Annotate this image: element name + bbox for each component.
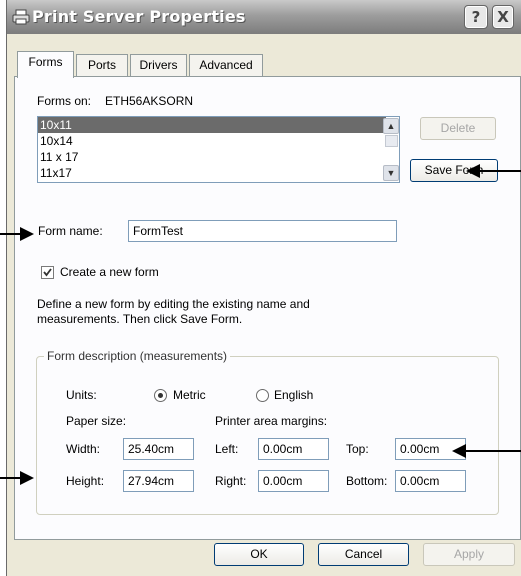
scrollbar-thumb[interactable] <box>385 135 398 147</box>
forms-on-label: Forms on: <box>37 94 92 108</box>
form-name-input[interactable]: FormTest <box>128 220 397 242</box>
scroll-up-icon[interactable]: ▲ <box>383 118 399 134</box>
list-item[interactable]: 10x11 <box>38 117 386 133</box>
paper-size-label: Paper size: <box>66 414 127 428</box>
english-radio[interactable] <box>256 389 269 402</box>
left-margin-input[interactable]: 0.00cm <box>258 438 329 460</box>
create-new-form-checkbox[interactable] <box>41 266 54 279</box>
apply-button[interactable]: Apply <box>423 543 515 566</box>
forms-listbox[interactable]: 10x11 10x14 11 x 17 11x17 ▲ ▼ <box>37 116 400 183</box>
bottom-margin-label: Bottom: <box>346 474 388 488</box>
instructions-line-2: measurements. Then click Save Form. <box>37 312 243 326</box>
list-item[interactable]: 11x17 <box>38 165 386 181</box>
top-margin-label: Top: <box>346 442 369 456</box>
list-item[interactable]: 11 x 17 <box>38 149 386 165</box>
tab-advanced[interactable]: Advanced <box>189 54 263 76</box>
ok-button[interactable]: OK <box>214 543 304 566</box>
checkmark-icon <box>43 268 52 277</box>
radio-selected-dot <box>158 393 163 398</box>
width-input[interactable]: 25.40cm <box>123 438 194 460</box>
server-name: ETH56AKSORN <box>105 94 194 108</box>
tab-drivers[interactable]: Drivers <box>130 54 187 76</box>
top-margin-input[interactable]: 0.00cm <box>395 438 466 460</box>
close-button[interactable]: X <box>492 5 514 29</box>
cancel-button[interactable]: Cancel <box>318 543 409 566</box>
list-item[interactable]: 10x14 <box>38 133 386 149</box>
help-button[interactable]: ? <box>464 5 488 29</box>
metric-label: Metric <box>173 388 206 402</box>
printer-icon <box>12 9 30 25</box>
metric-radio[interactable] <box>154 389 167 402</box>
units-label: Units: <box>66 388 97 402</box>
height-label: Height: <box>66 474 105 488</box>
right-margin-input[interactable]: 0.00cm <box>258 470 329 492</box>
form-name-label: Form name: <box>38 224 103 238</box>
delete-button[interactable]: Delete <box>420 117 496 140</box>
left-margin-label: Left: <box>215 442 239 456</box>
tab-forms[interactable]: Forms <box>17 51 74 78</box>
right-margin-label: Right: <box>215 474 247 488</box>
tab-ports[interactable]: Ports <box>76 54 128 76</box>
height-input[interactable]: 27.94cm <box>123 470 194 492</box>
printer-margins-label: Printer area margins: <box>215 414 328 428</box>
window-title: Print Server Properties <box>32 7 246 26</box>
create-new-form-label: Create a new form <box>60 265 159 279</box>
save-form-button[interactable]: Save Form <box>410 159 498 182</box>
bottom-margin-input[interactable]: 0.00cm <box>395 470 466 492</box>
english-label: English <box>274 388 314 402</box>
instructions-line-1: Define a new form by editing the existin… <box>37 297 310 311</box>
form-description-legend: Form description (measurements) <box>44 349 231 363</box>
width-label: Width: <box>66 442 101 456</box>
scroll-down-icon[interactable]: ▼ <box>383 165 399 181</box>
